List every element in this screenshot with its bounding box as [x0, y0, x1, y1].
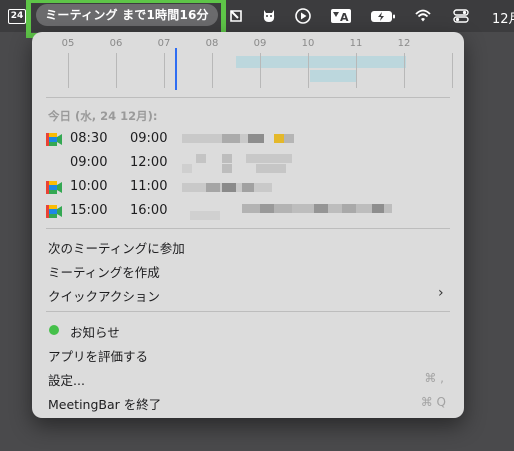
google-meet-icon	[46, 205, 62, 218]
event-start-time: 10:00	[70, 179, 108, 194]
battery-charging-icon[interactable]	[370, 7, 396, 25]
settings-shortcut: ⌘ ,	[424, 371, 444, 385]
svg-text:A: A	[340, 11, 349, 24]
play-circle-icon[interactable]	[294, 7, 312, 25]
hour-label: 12	[397, 38, 411, 49]
event-start-time: 08:30	[70, 131, 108, 146]
meetingbar-dropdown: 05 06 07 08 09 10 11 12 今日 (水, 24 12月): …	[32, 32, 464, 418]
quit-item[interactable]: MeetingBar を終了	[48, 394, 161, 413]
menu-bar: 24 ミーティング まで1時間16分 A 12月	[0, 0, 514, 38]
event-end-time: 12:00	[130, 155, 168, 170]
settings-item[interactable]: 設定...	[48, 370, 85, 389]
separator	[46, 97, 450, 98]
cat-icon[interactable]	[260, 7, 278, 25]
input-a-icon[interactable]: A	[330, 7, 352, 25]
timeline-event-block	[310, 70, 356, 82]
hour-tick	[452, 53, 453, 88]
date-header: 今日 (水, 24 12月):	[48, 109, 158, 123]
hour-label: 09	[253, 38, 267, 49]
control-center-icon[interactable]	[452, 7, 470, 25]
hour-tick	[404, 53, 405, 88]
window-icon[interactable]	[228, 7, 244, 25]
day-timeline: 05 06 07 08 09 10 11 12	[32, 32, 464, 92]
event-start-time: 09:00	[70, 155, 108, 170]
rate-app-item[interactable]: アプリを評価する	[48, 346, 148, 365]
separator	[46, 311, 450, 312]
timeline-event-block	[236, 56, 406, 68]
event-end-time: 16:00	[130, 203, 168, 218]
join-next-meeting-item[interactable]: 次のミーティングに参加	[48, 238, 185, 257]
event-row[interactable]: 15:00 16:00	[46, 202, 450, 224]
hour-tick	[212, 53, 213, 88]
hour-label: 06	[109, 38, 123, 49]
hour-tick	[356, 53, 357, 88]
quit-shortcut: ⌘ Q	[420, 395, 446, 409]
hour-label: 10	[301, 38, 315, 49]
meeting-countdown-button[interactable]: ミーティング まで1時間16分	[36, 4, 218, 26]
event-start-time: 15:00	[70, 203, 108, 218]
google-meet-icon	[46, 181, 62, 194]
event-row[interactable]: 09:00 12:00	[46, 154, 450, 176]
hour-label: 05	[61, 38, 75, 49]
quick-actions-item[interactable]: クイックアクション	[48, 286, 160, 305]
hour-label: 11	[349, 38, 363, 49]
separator	[46, 228, 450, 229]
hour-tick	[260, 53, 261, 88]
event-row[interactable]: 08:30 09:00	[46, 130, 450, 152]
create-meeting-item[interactable]: ミーティングを作成	[48, 262, 160, 281]
wifi-icon[interactable]	[414, 7, 432, 25]
event-end-time: 09:00	[130, 131, 168, 146]
hour-label: 08	[205, 38, 219, 49]
menubar-clock[interactable]: 12月	[492, 8, 514, 27]
event-row[interactable]: 10:00 11:00	[46, 178, 450, 200]
hour-tick	[68, 53, 69, 88]
hour-tick	[164, 53, 165, 88]
notifications-item[interactable]: お知らせ	[70, 322, 120, 341]
event-end-time: 11:00	[130, 179, 168, 194]
hour-tick	[116, 53, 117, 88]
status-dot-icon	[49, 325, 59, 335]
hour-label: 07	[157, 38, 171, 49]
current-time-indicator	[175, 48, 177, 90]
calendar-icon[interactable]: 24	[8, 9, 26, 24]
chevron-right-icon: ›	[438, 285, 444, 301]
google-meet-icon	[46, 133, 62, 146]
hour-tick	[308, 53, 309, 88]
